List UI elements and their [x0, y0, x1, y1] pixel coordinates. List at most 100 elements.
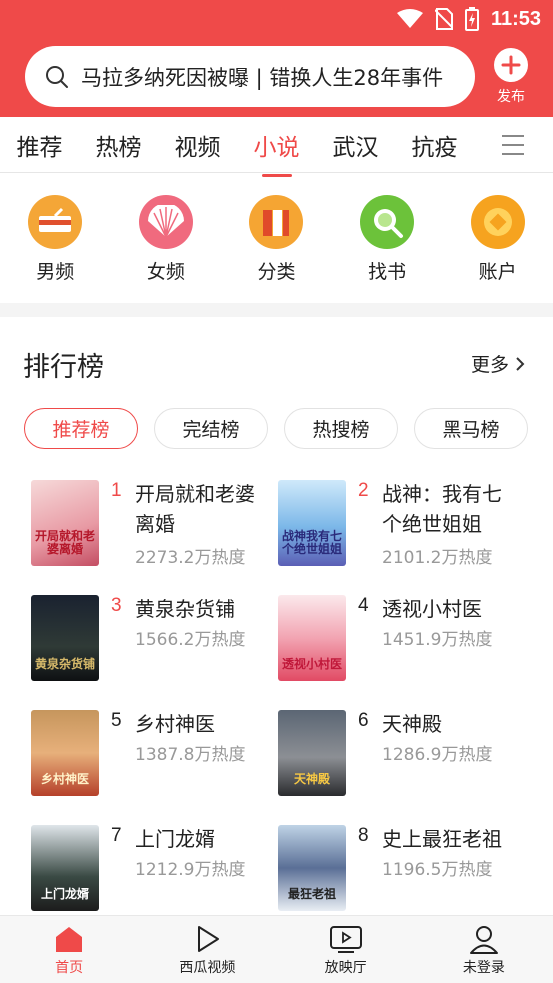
- nav-label: 放映厅: [324, 960, 367, 976]
- tab-wuhan[interactable]: 武汉: [316, 128, 395, 162]
- publish-button[interactable]: 发布: [481, 48, 541, 106]
- shortcut-label: 女频: [146, 261, 185, 283]
- nav-label: 首页: [55, 960, 84, 976]
- book-title: 史上最狂老祖: [382, 827, 502, 851]
- shortcut-category[interactable]: 分类: [221, 173, 331, 303]
- female-novel-icon: [138, 195, 193, 249]
- cover-title: 透视小村医: [281, 656, 342, 671]
- nav-label: 西瓜视频: [179, 960, 236, 976]
- book-item[interactable]: 乡村神医 5 乡村神医 1387.8万热度: [31, 710, 281, 800]
- book-title: 战神：我有七个绝世姐姐: [382, 482, 502, 536]
- cover-title: 最狂老祖: [287, 886, 336, 901]
- channel-tabs: 推荐 热榜 视频 小说 武汉 抗疫: [0, 117, 553, 177]
- book-heat: 1196.5万热度: [382, 860, 493, 880]
- nav-profile[interactable]: 未登录: [415, 916, 553, 983]
- plus-icon: [494, 48, 528, 82]
- book-item[interactable]: 黄泉杂货铺 3 黄泉杂货铺 1566.2万热度: [31, 595, 281, 685]
- book-item[interactable]: 开局就和老婆离婚 1 开局就和老婆离婚 2273.2万热度: [31, 480, 281, 570]
- book-rank: 8: [358, 825, 369, 846]
- book-title: 上门龙婿: [135, 827, 215, 851]
- cover-title: 开局就和老婆离婚: [34, 528, 95, 556]
- nav-label: 未登录: [462, 960, 505, 976]
- book-rank: 3: [111, 595, 122, 616]
- book-cover: 乡村神医: [31, 710, 99, 796]
- find-book-icon: [360, 195, 415, 249]
- book-rank: 2: [358, 480, 369, 501]
- more-label: 更多: [470, 354, 509, 376]
- book-heat: 1451.9万热度: [382, 630, 493, 650]
- tab-anti-epidemic[interactable]: 抗疫: [395, 128, 474, 162]
- more-link[interactable]: 更多: [471, 350, 525, 377]
- nav-cinema[interactable]: 放映厅: [277, 916, 415, 983]
- battery-charging-icon: [464, 7, 479, 31]
- chip-completed[interactable]: 完结榜: [154, 408, 268, 449]
- tab-video[interactable]: 视频: [158, 128, 237, 162]
- chip-recommend[interactable]: 推荐榜: [24, 408, 138, 449]
- ranking-title: 排行榜: [23, 352, 104, 383]
- wifi-icon: [396, 9, 423, 28]
- book-cover: 天神殿: [278, 710, 346, 796]
- status-bar: 11:53: [396, 0, 541, 38]
- book-heat: 2273.2万热度: [135, 548, 246, 568]
- book-rank: 1: [111, 480, 122, 501]
- shortcut-label: 男频: [36, 261, 75, 283]
- category-icon: [249, 195, 304, 249]
- book-rank: 7: [111, 825, 122, 846]
- tab-hot-list[interactable]: 热榜: [79, 128, 158, 162]
- status-time: 11:53: [490, 7, 541, 30]
- user-icon: [469, 926, 498, 954]
- book-cover: 上门龙婿: [31, 825, 99, 911]
- shortcut-label: 找书: [368, 261, 407, 283]
- male-novel-icon: [28, 195, 83, 249]
- cover-title: 战神我有七个绝世姐姐: [281, 528, 342, 556]
- book-heat: 2101.2万热度: [382, 548, 493, 568]
- menu-icon[interactable]: [501, 133, 525, 157]
- book-title: 黄泉杂货铺: [135, 597, 235, 621]
- nav-xigua-video[interactable]: 西瓜视频: [138, 916, 276, 983]
- shortcut-label: 账户: [478, 261, 517, 283]
- book-heat: 1566.2万热度: [135, 630, 246, 650]
- no-sim-icon: [434, 8, 453, 30]
- shortcut-female[interactable]: 女频: [111, 173, 221, 303]
- book-title: 开局就和老婆离婚: [135, 482, 255, 536]
- ranking-chips: 推荐榜 完结榜 热搜榜 黑马榜: [24, 408, 528, 449]
- book-cover: 透视小村医: [278, 595, 346, 681]
- book-item[interactable]: 上门龙婿 7 上门龙婿 1212.9万热度: [31, 825, 281, 915]
- chevron-right-icon: [516, 356, 525, 371]
- cover-title: 黄泉杂货铺: [34, 656, 95, 671]
- shortcut-label: 分类: [257, 261, 296, 283]
- search-icon: [46, 65, 68, 88]
- chip-dark-horse[interactable]: 黑马榜: [414, 408, 528, 449]
- novel-shortcuts: 男频 女频 分类 找书 账户: [0, 173, 553, 303]
- book-rank: 6: [358, 710, 369, 731]
- shortcut-male[interactable]: 男频: [0, 173, 110, 303]
- book-title: 透视小村医: [382, 597, 482, 621]
- search-bar[interactable]: 马拉多纳死因被曝 | 错换人生28年事件: [25, 46, 475, 107]
- book-heat: 1286.9万热度: [382, 745, 493, 765]
- tab-recommend[interactable]: 推荐: [0, 128, 79, 162]
- nav-home[interactable]: 首页: [0, 916, 138, 983]
- book-cover: 战神我有七个绝世姐姐: [278, 480, 346, 566]
- home-icon: [56, 927, 83, 952]
- book-title: 乡村神医: [135, 712, 215, 736]
- cover-title: 乡村神医: [40, 771, 89, 786]
- book-rank: 4: [358, 595, 369, 616]
- publish-label: 发布: [497, 89, 525, 105]
- book-rank: 5: [111, 710, 122, 731]
- section-divider: [0, 303, 553, 317]
- book-cover: 最狂老祖: [278, 825, 346, 911]
- play-icon: [198, 926, 220, 952]
- bottom-nav: 首页 西瓜视频 放映厅 未登录: [0, 915, 553, 983]
- book-title: 天神殿: [382, 712, 442, 736]
- tab-novel[interactable]: 小说: [237, 128, 316, 177]
- book-item[interactable]: 透视小村医 4 透视小村医 1451.9万热度: [278, 595, 528, 685]
- cover-title: 上门龙婿: [40, 886, 89, 901]
- book-item[interactable]: 战神我有七个绝世姐姐 2 战神：我有七个绝世姐姐 2101.2万热度: [278, 480, 528, 570]
- account-icon: [470, 195, 525, 249]
- shortcut-account[interactable]: 账户: [443, 173, 553, 303]
- top-header: 11:53 马拉多纳死因被曝 | 错换人生28年事件 发布: [0, 0, 553, 117]
- shortcut-find-book[interactable]: 找书: [332, 173, 442, 303]
- book-item[interactable]: 最狂老祖 8 史上最狂老祖 1196.5万热度: [278, 825, 528, 915]
- chip-hot-search[interactable]: 热搜榜: [284, 408, 398, 449]
- book-item[interactable]: 天神殿 6 天神殿 1286.9万热度: [278, 710, 528, 800]
